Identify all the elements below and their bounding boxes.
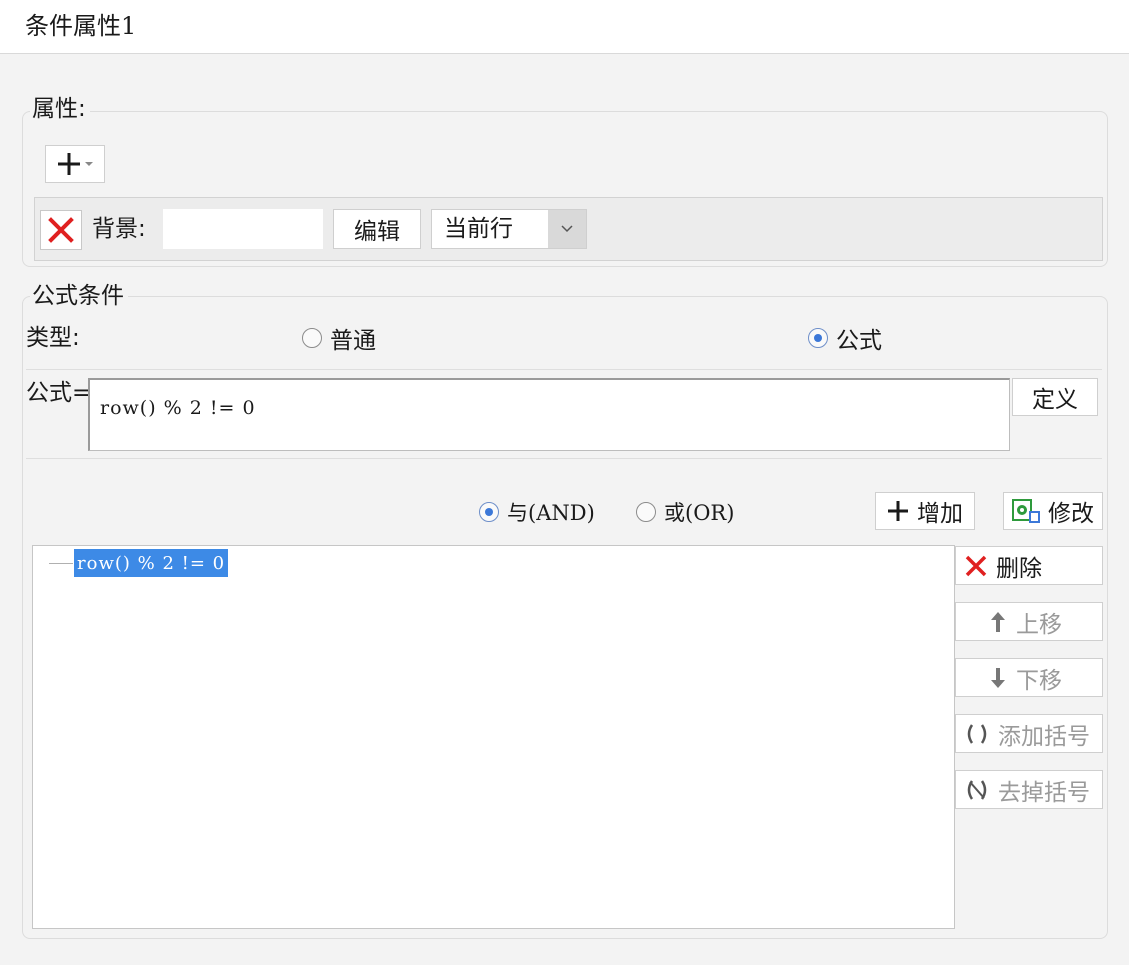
logic-and-radio[interactable] [479,502,499,522]
type-normal-label: 普通 [330,328,376,354]
formula-condition-legend: 公式条件 [30,282,128,310]
type-label: 类型: [26,325,80,351]
logic-or-label: 或(OR) [664,501,735,525]
delete-label: 删除 [996,555,1042,582]
red-x-icon [965,555,987,576]
formula-text: row() % 2 != 0 [100,397,256,419]
type-normal-option[interactable]: 普通 [302,323,376,354]
delete-button[interactable]: 删除 [955,546,1103,585]
arrow-down-icon [991,667,1005,688]
chevron-down-icon [85,162,93,166]
separator-1 [26,369,1102,370]
remove-parentheses-icon [967,779,987,800]
formula-label: 公式= [26,380,92,406]
modify-condition-label: 修改 [1048,501,1094,527]
modify-condition-button[interactable]: 修改 [1003,492,1103,530]
parentheses-icon [967,723,987,744]
scope-select[interactable]: 当前行 [431,209,587,249]
type-formula-label: 公式 [836,328,882,354]
define-button-label: 定义 [1032,387,1078,413]
logic-and-option[interactable]: 与(AND) [479,497,595,527]
define-button[interactable]: 定义 [1012,378,1098,416]
plus-icon [888,501,908,521]
condition-tree[interactable]: row() % 2 != 0 [32,545,955,929]
attributes-legend: 属性: [30,95,90,123]
tree-item[interactable]: row() % 2 != 0 [74,549,229,577]
background-color-field[interactable] [163,209,323,249]
logic-or-radio[interactable] [636,502,656,522]
type-formula-option[interactable]: 公式 [808,323,882,354]
remove-attribute-button[interactable] [40,210,82,250]
logic-and-label: 与(AND) [507,501,595,525]
edit-button[interactable]: 编辑 [333,209,421,249]
window-title: 条件属性1 [25,12,137,40]
type-formula-radio[interactable] [808,328,828,348]
title-bar: 条件属性1 [0,0,1129,54]
remove-bracket-button[interactable]: 去掉括号 [955,770,1103,809]
chevron-down-icon [561,225,573,233]
tree-item-text: row() % 2 != 0 [77,552,226,574]
add-attribute-button[interactable] [45,145,105,183]
edit-button-label: 编辑 [354,219,400,245]
add-bracket-label: 添加括号 [998,723,1090,750]
logic-or-option[interactable]: 或(OR) [636,497,734,527]
add-condition-label: 增加 [917,501,963,527]
red-x-icon [48,217,74,243]
scope-select-value: 当前行 [444,216,513,242]
add-bracket-button[interactable]: 添加括号 [955,714,1103,753]
edit-gear-icon [1012,499,1040,523]
type-normal-radio[interactable] [302,328,322,348]
move-down-button[interactable]: 下移 [955,658,1103,697]
remove-bracket-label: 去掉括号 [998,779,1090,806]
arrow-up-icon [991,611,1005,632]
tree-connector-line [49,563,73,564]
move-down-label: 下移 [1016,667,1062,694]
formula-input[interactable]: row() % 2 != 0 [88,378,1010,451]
plus-icon [58,153,80,175]
move-up-label: 上移 [1016,611,1062,638]
add-condition-button[interactable]: 增加 [875,492,975,530]
scope-select-arrow[interactable] [548,210,586,248]
background-label: 背景: [92,216,146,242]
move-up-button[interactable]: 上移 [955,602,1103,641]
separator-2 [26,458,1102,459]
